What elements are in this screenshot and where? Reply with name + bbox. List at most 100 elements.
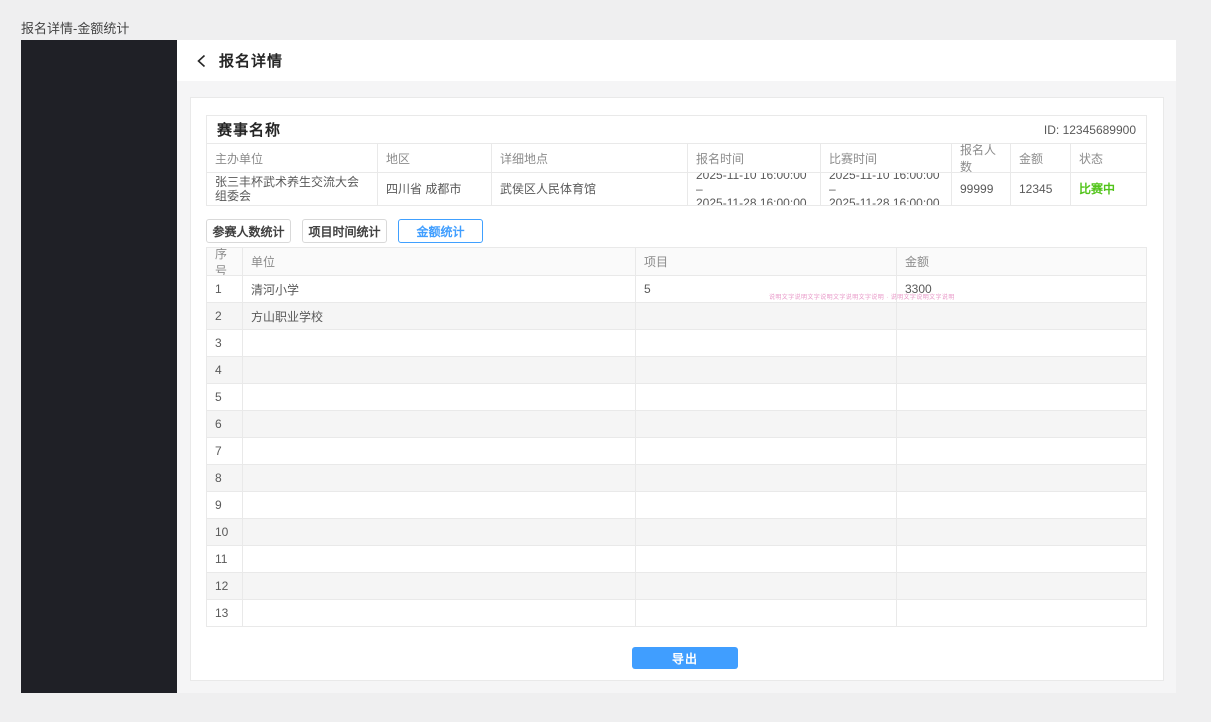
info-cell-value: 2025-11-10 16:00:00 – 2025-11-28 16:00:0… bbox=[820, 173, 951, 205]
row-index-cell: 13 bbox=[207, 600, 242, 626]
chevron-left-icon bbox=[195, 54, 209, 68]
amount-cell bbox=[896, 303, 1146, 329]
table-row: 11 bbox=[207, 545, 1146, 572]
row-index-cell: 10 bbox=[207, 519, 242, 545]
info-cell-value: 2025-11-10 16:00:00 – 2025-11-28 16:00:0… bbox=[687, 173, 820, 205]
amount-stats-table: 序号单位项目金额1清河小学533002方山职业学校345678910111213 bbox=[206, 247, 1147, 627]
event-id: ID: 12345689900 bbox=[1044, 123, 1136, 137]
amount-cell bbox=[896, 573, 1146, 599]
event-info-value-row: 张三丰杯武术养生交流大会组委会四川省 成都市武侯区人民体育馆2025-11-10… bbox=[207, 172, 1146, 205]
unit-cell bbox=[242, 600, 635, 626]
row-index-cell: 1 bbox=[207, 276, 242, 302]
table-row: 3 bbox=[207, 329, 1146, 356]
unit-cell bbox=[242, 357, 635, 383]
amount-cell bbox=[896, 411, 1146, 437]
table-row: 2方山职业学校 bbox=[207, 302, 1146, 329]
info-col-header: 详细地点 bbox=[491, 144, 687, 172]
event-info-header-row: 主办单位地区详细地点报名时间比赛时间报名人数金额状态 bbox=[207, 143, 1146, 172]
event-title-row: 赛事名称 ID: 12345689900 bbox=[207, 116, 1146, 143]
amount-cell bbox=[896, 492, 1146, 518]
unit-cell bbox=[242, 330, 635, 356]
row-index-cell: 11 bbox=[207, 546, 242, 572]
row-index-cell: 12 bbox=[207, 573, 242, 599]
stats-col-header: 金额 bbox=[896, 248, 1146, 275]
tab-参赛人数统计[interactable]: 参赛人数统计 bbox=[206, 219, 291, 243]
page: 报名详情-金额统计 报名详情 赛事名称 ID: 12345689900 主办单位… bbox=[0, 0, 1211, 722]
item-count-cell bbox=[635, 519, 896, 545]
event-card: 赛事名称 ID: 12345689900 主办单位地区详细地点报名时间比赛时间报… bbox=[190, 97, 1164, 681]
row-index-cell: 5 bbox=[207, 384, 242, 410]
info-cell-value: 武侯区人民体育馆 bbox=[491, 173, 687, 205]
page-title: 报名详情 bbox=[219, 50, 283, 71]
sidebar bbox=[21, 40, 177, 693]
unit-cell bbox=[242, 384, 635, 410]
amount-cell bbox=[896, 384, 1146, 410]
item-count-cell bbox=[635, 330, 896, 356]
tab-项目时间统计[interactable]: 项目时间统计 bbox=[302, 219, 387, 243]
stats-col-header: 序号 bbox=[207, 248, 242, 275]
page-header: 报名详情 bbox=[177, 40, 1176, 81]
info-col-header: 金额 bbox=[1010, 144, 1070, 172]
item-count-cell bbox=[635, 492, 896, 518]
item-count-cell bbox=[635, 546, 896, 572]
unit-cell: 方山职业学校 bbox=[242, 303, 635, 329]
info-col-header: 报名时间 bbox=[687, 144, 820, 172]
window-label: 报名详情-金额统计 bbox=[21, 18, 129, 37]
row-index-cell: 9 bbox=[207, 492, 242, 518]
table-row: 5 bbox=[207, 383, 1146, 410]
event-info-table: 赛事名称 ID: 12345689900 主办单位地区详细地点报名时间比赛时间报… bbox=[206, 115, 1147, 206]
table-row: 4 bbox=[207, 356, 1146, 383]
info-col-header: 状态 bbox=[1070, 144, 1146, 172]
info-col-header: 报名人数 bbox=[951, 144, 1010, 172]
event-status-value: 比赛中 bbox=[1070, 173, 1146, 205]
export-button[interactable]: 导出 bbox=[632, 647, 738, 669]
amount-cell bbox=[896, 546, 1146, 572]
info-cell-value: 张三丰杯武术养生交流大会组委会 bbox=[207, 173, 377, 205]
item-count-cell bbox=[635, 357, 896, 383]
info-cell-value: 99999 bbox=[951, 173, 1010, 205]
back-button[interactable]: 报名详情 bbox=[195, 50, 283, 71]
stat-tabs: 参赛人数统计项目时间统计金额统计 bbox=[206, 219, 494, 243]
info-col-header: 主办单位 bbox=[207, 144, 377, 172]
info-col-header: 地区 bbox=[377, 144, 491, 172]
item-count-cell bbox=[635, 600, 896, 626]
unit-cell bbox=[242, 438, 635, 464]
amount-cell bbox=[896, 330, 1146, 356]
row-index-cell: 4 bbox=[207, 357, 242, 383]
unit-cell bbox=[242, 411, 635, 437]
unit-cell bbox=[242, 492, 635, 518]
main-content: 报名详情 赛事名称 ID: 12345689900 主办单位地区详细地点报名时间… bbox=[177, 40, 1176, 693]
unit-cell bbox=[242, 546, 635, 572]
event-name-label: 赛事名称 bbox=[217, 119, 281, 140]
stats-col-header: 项目 bbox=[635, 248, 896, 275]
tab-金额统计[interactable]: 金额统计 bbox=[398, 219, 483, 243]
table-row: 10 bbox=[207, 518, 1146, 545]
item-count-cell bbox=[635, 384, 896, 410]
amount-cell bbox=[896, 600, 1146, 626]
table-row: 7 bbox=[207, 437, 1146, 464]
amount-cell bbox=[896, 465, 1146, 491]
stats-header-row: 序号单位项目金额 bbox=[207, 248, 1146, 275]
table-row: 1清河小学53300 bbox=[207, 275, 1146, 302]
amount-cell bbox=[896, 519, 1146, 545]
table-row: 12 bbox=[207, 572, 1146, 599]
unit-cell: 清河小学 bbox=[242, 276, 635, 302]
info-cell-value: 四川省 成都市 bbox=[377, 173, 491, 205]
row-index-cell: 3 bbox=[207, 330, 242, 356]
item-count-cell bbox=[635, 465, 896, 491]
unit-cell bbox=[242, 519, 635, 545]
amount-cell bbox=[896, 357, 1146, 383]
item-count-cell bbox=[635, 411, 896, 437]
table-row: 8 bbox=[207, 464, 1146, 491]
item-count-cell bbox=[635, 573, 896, 599]
item-count-cell bbox=[635, 303, 896, 329]
item-count-cell bbox=[635, 438, 896, 464]
amount-cell bbox=[896, 438, 1146, 464]
row-index-cell: 6 bbox=[207, 411, 242, 437]
annotation-watermark: 说明文字说明文字说明文字说明文字说明 · 说明文字说明文字说明 bbox=[769, 294, 955, 302]
row-index-cell: 8 bbox=[207, 465, 242, 491]
stats-col-header: 单位 bbox=[242, 248, 635, 275]
unit-cell bbox=[242, 573, 635, 599]
info-cell-value: 12345 bbox=[1010, 173, 1070, 205]
row-index-cell: 7 bbox=[207, 438, 242, 464]
